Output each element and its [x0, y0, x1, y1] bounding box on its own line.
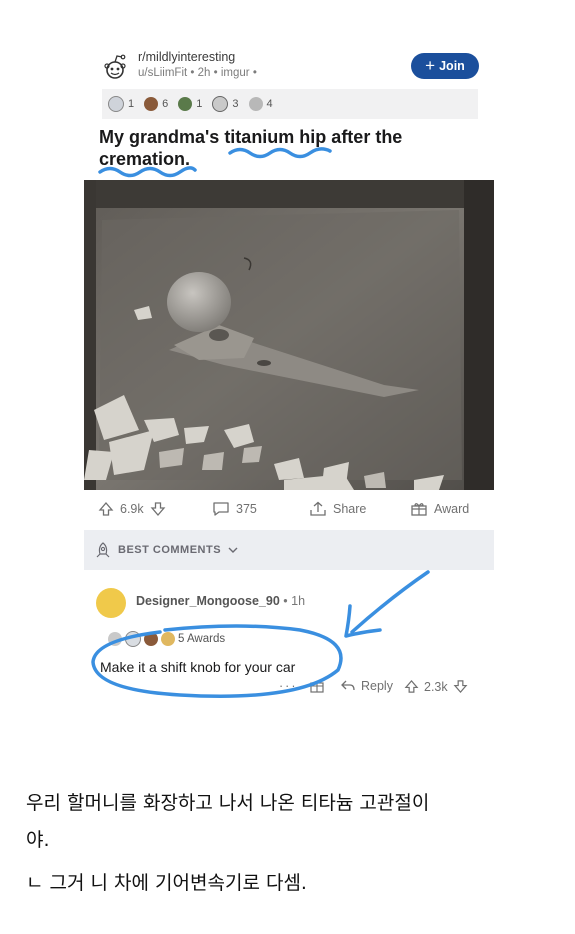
upvote-icon[interactable] [98, 501, 114, 517]
comment-header: Designer_Mongoose_90 • 1h [136, 594, 305, 608]
post-image[interactable] [84, 180, 494, 490]
post-awards-bar[interactable]: 1 6 1 3 4 [102, 89, 478, 119]
downvote-icon[interactable] [150, 501, 166, 517]
comment-vote-group: 2.3k [404, 679, 468, 694]
comment-vote-count: 2.3k [424, 679, 448, 694]
post-header: r/mildlyinteresting u/sLiimFit • 2h • im… [84, 40, 494, 90]
upvote-count: 6.9k [120, 502, 144, 516]
comments-button[interactable]: 375 [212, 501, 257, 517]
post-meta: u/sLiimFit • 2h • imgur • [138, 67, 257, 79]
snoo-icon [104, 54, 126, 79]
comment-awards-label: 5 Awards [178, 633, 226, 645]
comment-username[interactable]: Designer_Mongoose_90 [136, 594, 280, 608]
award-icon [144, 97, 159, 111]
award-count: 1 [196, 98, 203, 110]
comments-count: 375 [236, 502, 257, 516]
comment-awards[interactable]: 5 Awards [108, 629, 225, 649]
award-count: 1 [128, 98, 135, 110]
reply-icon [341, 680, 355, 691]
chevron-down-icon [228, 547, 238, 553]
subreddit-name[interactable]: r/mildlyinteresting [138, 50, 235, 64]
meta-separator: • [190, 67, 198, 79]
caption-line-3: ㄴ 그거 니 차에 기어변속기로 다셈. [26, 872, 307, 894]
comment-award-button[interactable] [310, 679, 324, 693]
caption-line-2: 야. [26, 829, 50, 851]
post-author[interactable]: u/sLiimFit [138, 67, 187, 79]
meta-separator: • [283, 594, 292, 608]
gift-icon [411, 503, 427, 516]
reply-label: Reply [361, 679, 393, 693]
meta-separator: • [252, 67, 257, 79]
share-icon [310, 501, 326, 516]
avatar[interactable] [96, 588, 126, 618]
more-icon: ··· [279, 679, 298, 693]
award-icon [212, 96, 229, 112]
caption-line-1: 우리 할머니를 화장하고 나서 나온 티타늄 고관절이 [26, 792, 430, 814]
gift-icon [310, 682, 324, 693]
more-options-button[interactable]: ··· [279, 679, 298, 693]
plus-icon: + [425, 56, 436, 75]
best-comments-sort[interactable]: BEST COMMENTS [84, 530, 494, 570]
downvote-icon[interactable] [453, 679, 468, 694]
join-button[interactable]: + Join [411, 53, 479, 79]
award-icon [248, 97, 263, 111]
post-time: 2h [197, 67, 211, 79]
vote-group: 6.9k [98, 501, 166, 517]
best-comments-label: BEST COMMENTS [118, 544, 222, 556]
comment-time: 1h [291, 594, 306, 608]
rocket-icon [96, 542, 110, 558]
post-source: imgur [220, 67, 250, 79]
comment-text: Make it a shift knob for your car [100, 659, 296, 675]
comment-item: Designer_Mongoose_90 • 1h 5 Awards Make … [84, 574, 494, 706]
upvote-icon[interactable] [404, 679, 419, 694]
award-count: 3 [232, 98, 239, 110]
reply-button[interactable]: Reply [340, 679, 393, 693]
award-label: Award [434, 502, 470, 516]
award-icon [108, 96, 124, 112]
award-icon [108, 632, 122, 646]
post-actions-bar: 6.9k 375 Share Award [84, 492, 494, 526]
meta-separator: • [213, 67, 221, 79]
join-label: Join [439, 59, 465, 73]
post-title[interactable]: My grandma's titanium hip after the crem… [99, 126, 429, 170]
award-button[interactable]: Award [410, 501, 469, 517]
share-button[interactable]: Share [309, 501, 366, 517]
award-icon [144, 632, 158, 646]
award-icon [161, 632, 175, 646]
share-label: Share [333, 502, 367, 516]
award-icon [178, 97, 193, 111]
award-count: 6 [162, 98, 169, 110]
comment-icon [213, 502, 229, 516]
award-icon [125, 631, 141, 647]
award-count: 4 [266, 98, 273, 110]
